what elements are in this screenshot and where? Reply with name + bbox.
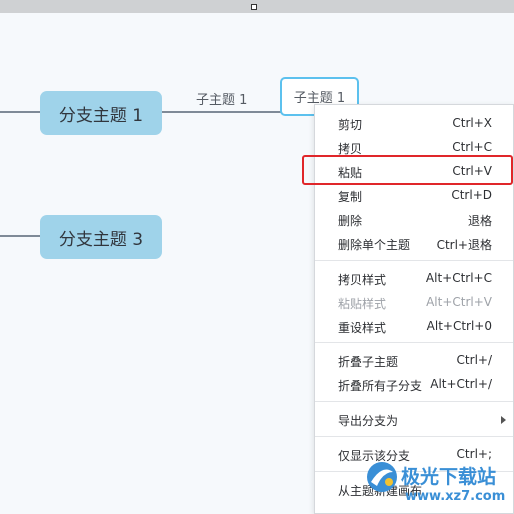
menu-item-label: 粘贴样式	[338, 297, 387, 311]
branch-topic-1[interactable]: 分支主题 1	[40, 91, 162, 135]
menu-item-collapse-subtopics[interactable]: 折叠子主题 Ctrl+/	[315, 348, 513, 372]
submenu-arrow-icon	[501, 416, 506, 424]
connector-line	[0, 235, 41, 237]
branch-topic-label: 分支主题 1	[58, 105, 144, 126]
menu-item-shortcut: Ctrl+退格	[436, 238, 492, 252]
subtopic-label: 子主题 1	[196, 93, 248, 108]
menu-item-reset-style[interactable]: 重设样式 Alt+Ctrl+0	[315, 314, 513, 338]
menu-item-shortcut: Ctrl+X	[452, 116, 492, 130]
menu-separator	[315, 436, 513, 437]
top-bar	[0, 0, 514, 13]
branch-topic-label: 分支主题 3	[58, 229, 144, 250]
menu-item-label: 复制	[338, 190, 363, 204]
menu-item-shortcut: Ctrl+D	[451, 188, 492, 202]
menu-item-shortcut: Ctrl+C	[452, 140, 492, 154]
menu-item-shortcut: Alt+Ctrl+0	[426, 319, 492, 333]
menu-separator	[315, 260, 513, 261]
watermark: 极光下载站 www.xz7.com	[365, 458, 514, 514]
menu-item-label: 导出分支为	[338, 414, 399, 428]
menu-item-shortcut: 退格	[467, 214, 492, 228]
menu-separator	[315, 342, 513, 343]
menu-item-label: 拷贝样式	[338, 273, 387, 287]
watermark-url: www.xz7.com	[405, 489, 506, 504]
menu-item-shortcut: Ctrl+/	[456, 353, 492, 367]
subtopic[interactable]: 子主题 1	[196, 89, 247, 108]
menu-item-shortcut: Alt+Ctrl+/	[430, 377, 492, 391]
branch-topic-3[interactable]: 分支主题 3	[40, 215, 162, 259]
menu-item-paste-style: 粘贴样式 Alt+Ctrl+V	[315, 290, 513, 314]
menu-item-label: 重设样式	[338, 321, 387, 335]
resize-handle[interactable]	[251, 4, 257, 10]
aurora-logo-icon	[367, 462, 397, 492]
menu-item-export-branch[interactable]: 导出分支为	[315, 407, 513, 431]
paste-highlight-box	[302, 155, 513, 185]
menu-item-delete[interactable]: 删除 退格	[315, 207, 513, 231]
connector-line	[161, 111, 281, 113]
menu-item-label: 删除	[338, 214, 363, 228]
menu-item-copy-style[interactable]: 拷贝样式 Alt+Ctrl+C	[315, 266, 513, 290]
watermark-title: 极光下载站	[401, 466, 497, 488]
menu-item-collapse-all[interactable]: 折叠所有子分支 Alt+Ctrl+/	[315, 372, 513, 396]
menu-item-label: 删除单个主题	[338, 238, 411, 252]
menu-item-duplicate[interactable]: 复制 Ctrl+D	[315, 183, 513, 207]
menu-item-label: 折叠子主题	[338, 355, 399, 369]
menu-item-label: 剪切	[338, 118, 363, 132]
menu-item-label: 折叠所有子分支	[338, 379, 423, 393]
menu-item-cut[interactable]: 剪切 Ctrl+X	[315, 111, 513, 135]
menu-item-shortcut: Alt+Ctrl+C	[425, 271, 492, 285]
menu-item-delete-single[interactable]: 删除单个主题 Ctrl+退格	[315, 231, 513, 255]
menu-separator	[315, 401, 513, 402]
connector-line	[0, 111, 41, 113]
menu-item-shortcut: Alt+Ctrl+V	[426, 295, 492, 309]
